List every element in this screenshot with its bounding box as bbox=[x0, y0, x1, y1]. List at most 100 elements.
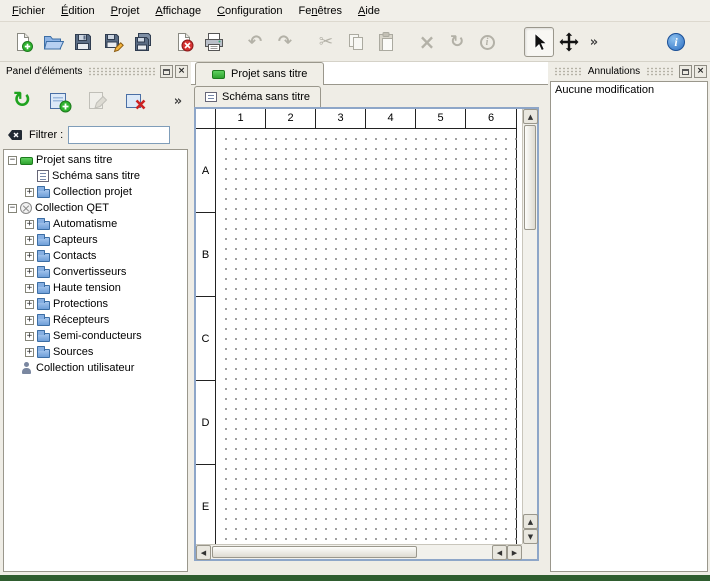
tree-item[interactable]: + Récepteurs bbox=[4, 312, 187, 328]
schema-tabbar: Schéma sans titre bbox=[194, 86, 321, 107]
tree-item[interactable]: + Convertisseurs bbox=[4, 264, 187, 280]
delete-button[interactable]: × bbox=[412, 27, 442, 57]
tree-item-icon bbox=[37, 253, 50, 262]
tree-expander[interactable]: + bbox=[25, 300, 34, 309]
scroll-up-button-2[interactable]: ▲ bbox=[523, 514, 538, 529]
tree-item[interactable]: + Capteurs bbox=[4, 232, 187, 248]
redo-button[interactable]: ↷ bbox=[270, 27, 300, 57]
close-dock-button[interactable]: × bbox=[175, 65, 188, 78]
delete-element-button[interactable] bbox=[118, 84, 154, 118]
diagram-canvas[interactable]: 123456 ABCDE bbox=[196, 109, 522, 544]
scroll-left-button[interactable]: ◀ bbox=[196, 545, 211, 560]
dock-handle[interactable] bbox=[554, 67, 582, 76]
tree-item[interactable]: + Sources bbox=[4, 344, 187, 360]
select-tool-button[interactable] bbox=[524, 27, 554, 57]
float-dock-button[interactable] bbox=[160, 65, 173, 78]
tree-expander[interactable]: − bbox=[8, 204, 17, 213]
undo-icon: ↶ bbox=[248, 32, 262, 52]
open-project-button[interactable] bbox=[38, 27, 68, 57]
tree-expander[interactable]: + bbox=[25, 188, 34, 197]
row-header-cell: B bbox=[196, 213, 215, 297]
tree-item[interactable]: − Collection QET bbox=[4, 200, 187, 216]
row-ruler: ABCDE bbox=[196, 129, 216, 544]
menu-item[interactable]: Aide bbox=[350, 1, 388, 21]
tree-item-icon bbox=[37, 333, 50, 342]
rotate-button[interactable]: ↻ bbox=[442, 27, 472, 57]
tree-expander[interactable]: + bbox=[25, 268, 34, 277]
cut-button[interactable]: ✂ bbox=[311, 27, 341, 57]
information-icon: i bbox=[480, 35, 495, 50]
tree-item[interactable]: + Semi-conducteurs bbox=[4, 328, 187, 344]
horizontal-scroll-thumb[interactable] bbox=[212, 546, 417, 558]
tree-expander[interactable]: + bbox=[25, 236, 34, 245]
panel-overflow-button[interactable]: » bbox=[169, 84, 187, 118]
menu-bar: Fichier Édition Projet Affichage Configu… bbox=[0, 0, 710, 22]
paste-button[interactable] bbox=[371, 27, 401, 57]
undo-list-item[interactable]: Aucune modification bbox=[551, 82, 707, 98]
tree-expander[interactable]: − bbox=[8, 156, 17, 165]
scroll-down-button[interactable]: ▼ bbox=[523, 529, 538, 544]
diagram-view[interactable]: 123456 ABCDE ▲ ▲ ▼ ◀ bbox=[194, 107, 539, 561]
vertical-scrollbar[interactable]: ▲ ▲ ▼ bbox=[522, 109, 537, 544]
save-button[interactable] bbox=[68, 27, 98, 57]
about-button[interactable]: i bbox=[661, 27, 691, 57]
filter-input[interactable] bbox=[68, 126, 170, 144]
menu-item[interactable]: Projet bbox=[103, 1, 148, 21]
tabbar-fill bbox=[324, 62, 548, 85]
save-all-button[interactable] bbox=[128, 27, 158, 57]
copy-icon bbox=[345, 31, 367, 53]
tree-item[interactable]: + Collection projet bbox=[4, 184, 187, 200]
float-dock-button[interactable] bbox=[679, 65, 692, 78]
vertical-scroll-track[interactable] bbox=[523, 231, 537, 514]
new-document-button[interactable] bbox=[8, 27, 38, 57]
close-document-button[interactable] bbox=[169, 27, 199, 57]
tree-item[interactable]: + Protections bbox=[4, 296, 187, 312]
save-as-icon bbox=[102, 31, 124, 53]
tree-expander[interactable]: + bbox=[25, 252, 34, 261]
menu-item[interactable]: Fenêtres bbox=[291, 1, 350, 21]
menu-item[interactable]: Édition bbox=[53, 1, 103, 21]
undo-button[interactable]: ↶ bbox=[240, 27, 270, 57]
elements-panel-title: Panel d'éléments bbox=[3, 66, 85, 77]
dock-handle[interactable] bbox=[646, 67, 674, 76]
horizontal-scrollbar[interactable]: ◀ ◀ ▶ bbox=[196, 544, 522, 559]
clear-filter-button[interactable] bbox=[5, 126, 24, 145]
scroll-up-button[interactable]: ▲ bbox=[523, 109, 538, 124]
menu-item[interactable]: Fichier bbox=[4, 1, 53, 21]
tree-item[interactable]: Collection utilisateur bbox=[4, 360, 187, 376]
tree-expander[interactable]: + bbox=[25, 284, 34, 293]
scroll-left-button-2[interactable]: ◀ bbox=[492, 545, 507, 560]
close-dock-button[interactable]: × bbox=[694, 65, 707, 78]
edit-element-button[interactable] bbox=[80, 84, 116, 118]
tree-item[interactable]: + Contacts bbox=[4, 248, 187, 264]
move-tool-button[interactable] bbox=[554, 27, 584, 57]
menu-item[interactable]: Configuration bbox=[209, 1, 290, 21]
schema-tab[interactable]: Schéma sans titre bbox=[194, 86, 321, 107]
tree-expander[interactable]: + bbox=[25, 332, 34, 341]
tree-expander[interactable]: + bbox=[25, 220, 34, 229]
horizontal-scroll-track[interactable] bbox=[418, 545, 492, 559]
tree-item-label: Capteurs bbox=[53, 234, 98, 246]
dock-handle[interactable] bbox=[88, 67, 155, 76]
toolbar-overflow-button[interactable]: » bbox=[584, 27, 604, 57]
scroll-right-button[interactable]: ▶ bbox=[507, 545, 522, 560]
tree-expander[interactable]: + bbox=[25, 348, 34, 357]
project-tab[interactable]: Projet sans titre bbox=[195, 62, 324, 85]
tree-item[interactable]: Schéma sans titre bbox=[4, 168, 187, 184]
menu-item[interactable]: Affichage bbox=[147, 1, 209, 21]
information-button[interactable]: i bbox=[472, 27, 502, 57]
undo-history-list: Aucune modification bbox=[550, 81, 708, 572]
refresh-collection-button[interactable]: ↻ bbox=[4, 84, 40, 118]
tree-item[interactable]: + Haute tension bbox=[4, 280, 187, 296]
float-icon bbox=[682, 69, 689, 75]
save-as-button[interactable] bbox=[98, 27, 128, 57]
filter-row: Filtrer : bbox=[0, 122, 191, 148]
print-button[interactable] bbox=[199, 27, 229, 57]
tree-item[interactable]: + Automatisme bbox=[4, 216, 187, 232]
grid-dots[interactable] bbox=[217, 130, 517, 544]
tree-expander[interactable]: + bbox=[25, 316, 34, 325]
vertical-scroll-thumb[interactable] bbox=[524, 125, 536, 230]
tree-item[interactable]: − Projet sans titre bbox=[4, 152, 187, 168]
new-element-button[interactable] bbox=[42, 84, 78, 118]
copy-button[interactable] bbox=[341, 27, 371, 57]
